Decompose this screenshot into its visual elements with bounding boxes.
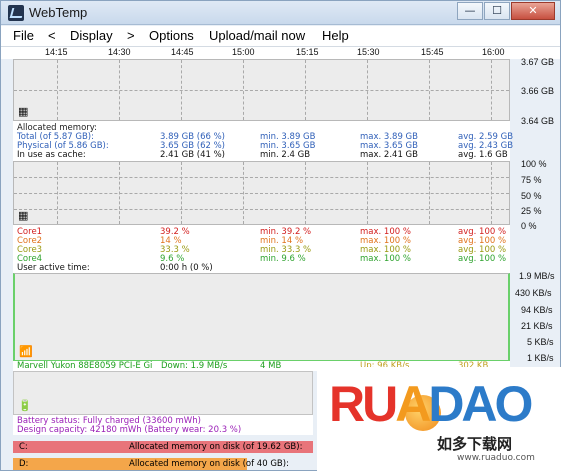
battery-design-capacity: Design capacity: 42180 mWh (Battery wear… — [17, 425, 242, 435]
close-button[interactable]: ✕ — [511, 2, 555, 20]
memory-graph: ▦ — [13, 59, 510, 121]
memory-value: 2.41 GB (41 %) — [160, 150, 225, 160]
cpu-core-min: min. 9.6 % — [260, 254, 306, 264]
memory-avg: avg. 1.6 GB — [458, 150, 508, 160]
time-tick: 15:00 — [232, 47, 255, 57]
disk-d-drive: D: — [19, 459, 29, 469]
memory-max: max. 2.41 GB — [360, 150, 418, 160]
window-title: WebTemp — [29, 5, 88, 20]
cpu-row-core4: Core4 9.6 % min. 9.6 % max. 100 % avg. 1… — [13, 255, 543, 264]
network-axis-label: 5 KB/s — [527, 337, 554, 347]
memory-axis-label: 3.66 GB — [521, 86, 555, 96]
menu-help[interactable]: Help — [322, 28, 349, 43]
network-axis-label: 94 KB/s — [521, 305, 553, 315]
cpu-stats: Core1 39.2 % min. 39.2 % max. 100 % avg.… — [13, 228, 543, 273]
time-axis: 14:15 14:30 14:45 15:00 15:15 15:30 15:4… — [1, 47, 560, 59]
network-axis-label: 21 KB/s — [521, 321, 553, 331]
battery-stats: Battery status: Fully charged (33600 mWh… — [13, 415, 313, 435]
network-graph: 📶 — [13, 273, 510, 361]
time-tick: 15:30 — [357, 47, 380, 57]
battery-graph: 🔋 — [13, 371, 313, 415]
menu-display[interactable]: Display — [70, 28, 113, 43]
network-axis-label: 1 KB/s — [527, 353, 554, 363]
network-axis-label: 1.9 MB/s — [519, 271, 555, 281]
network-axis-label: 430 KB/s — [515, 288, 552, 298]
battery-icon: 🔋 — [18, 399, 32, 412]
cpu-core-max: max. 100 % — [360, 254, 411, 264]
network-down: Down: 1.9 MB/s — [161, 361, 228, 371]
menu-bar: File < Display > Options Upload/mail now… — [1, 26, 560, 47]
menu-options[interactable]: Options — [149, 28, 194, 43]
cpu-core-avg: avg. 100 % — [458, 254, 507, 264]
network-down-total: 4 MB — [260, 361, 282, 371]
memory-stats: Allocated memory: Total (of 5.87 GB): 3.… — [13, 124, 543, 160]
menu-file[interactable]: File — [13, 28, 34, 43]
memory-label: In use as cache: — [17, 150, 86, 160]
time-tick: 15:15 — [296, 47, 319, 57]
cpu-axis-label: 50 % — [521, 191, 542, 201]
cpu-axis-label: 25 % — [521, 206, 542, 216]
time-tick: 14:30 — [108, 47, 131, 57]
cpu-graph: ▦ — [13, 161, 510, 225]
time-tick: 16:00 — [482, 47, 505, 57]
minimize-button[interactable]: — — [457, 2, 483, 20]
disk-c-row[interactable]: C: Allocated memory on disk (of 19.62 GB… — [13, 440, 313, 454]
cpu-chip-icon: ▦ — [18, 209, 29, 222]
active-time-value: 0:00 h (0 %) — [160, 263, 213, 273]
network-adapter: Marvell Yukon 88E8059 PCI-E Gi — [17, 361, 153, 371]
watermark-brand: RUADAO — [329, 376, 533, 432]
watermark-logo: RUADAO 如多下载网 www.ruaduo.com — [317, 367, 561, 471]
maximize-button[interactable]: ☐ — [484, 2, 510, 20]
webtemp-app-icon — [8, 5, 24, 21]
disk-c-drive: C: — [19, 442, 28, 452]
active-time-label: User active time: — [17, 263, 90, 273]
memory-axis-label: 3.67 GB — [521, 57, 555, 67]
watermark-cn: 如多下载网 — [437, 435, 513, 453]
cpu-axis-label: 100 % — [521, 159, 547, 169]
memory-row-cache: In use as cache: 2.41 GB (41 %) min. 2.4… — [13, 151, 543, 160]
app-window: WebTemp — ☐ ✕ File < Display > Options U… — [0, 0, 561, 471]
cpu-row-active: User active time: 0:00 h (0 %) — [13, 264, 543, 273]
memory-min: min. 2.4 GB — [260, 150, 311, 160]
menu-upload-mail[interactable]: Upload/mail now — [209, 28, 305, 43]
watermark-url: www.ruaduo.com — [457, 453, 535, 463]
cpu-axis-label: 75 % — [521, 175, 542, 185]
menu-next[interactable]: > — [127, 28, 135, 43]
title-bar: WebTemp — ☐ ✕ — [1, 1, 560, 25]
menu-prev[interactable]: < — [48, 28, 56, 43]
time-tick: 14:45 — [171, 47, 194, 57]
network-antenna-icon: 📶 — [19, 345, 33, 358]
disk-d-row[interactable]: D: Allocated memory on disk (of 40 GB): — [13, 457, 313, 471]
disk-c-label: Allocated memory on disk (of 19.62 GB): — [129, 442, 303, 452]
disk-d-label: Allocated memory on disk (of 40 GB): — [129, 459, 289, 469]
time-tick: 14:15 — [45, 47, 68, 57]
memory-chip-icon: ▦ — [18, 105, 29, 118]
time-tick: 15:45 — [421, 47, 444, 57]
